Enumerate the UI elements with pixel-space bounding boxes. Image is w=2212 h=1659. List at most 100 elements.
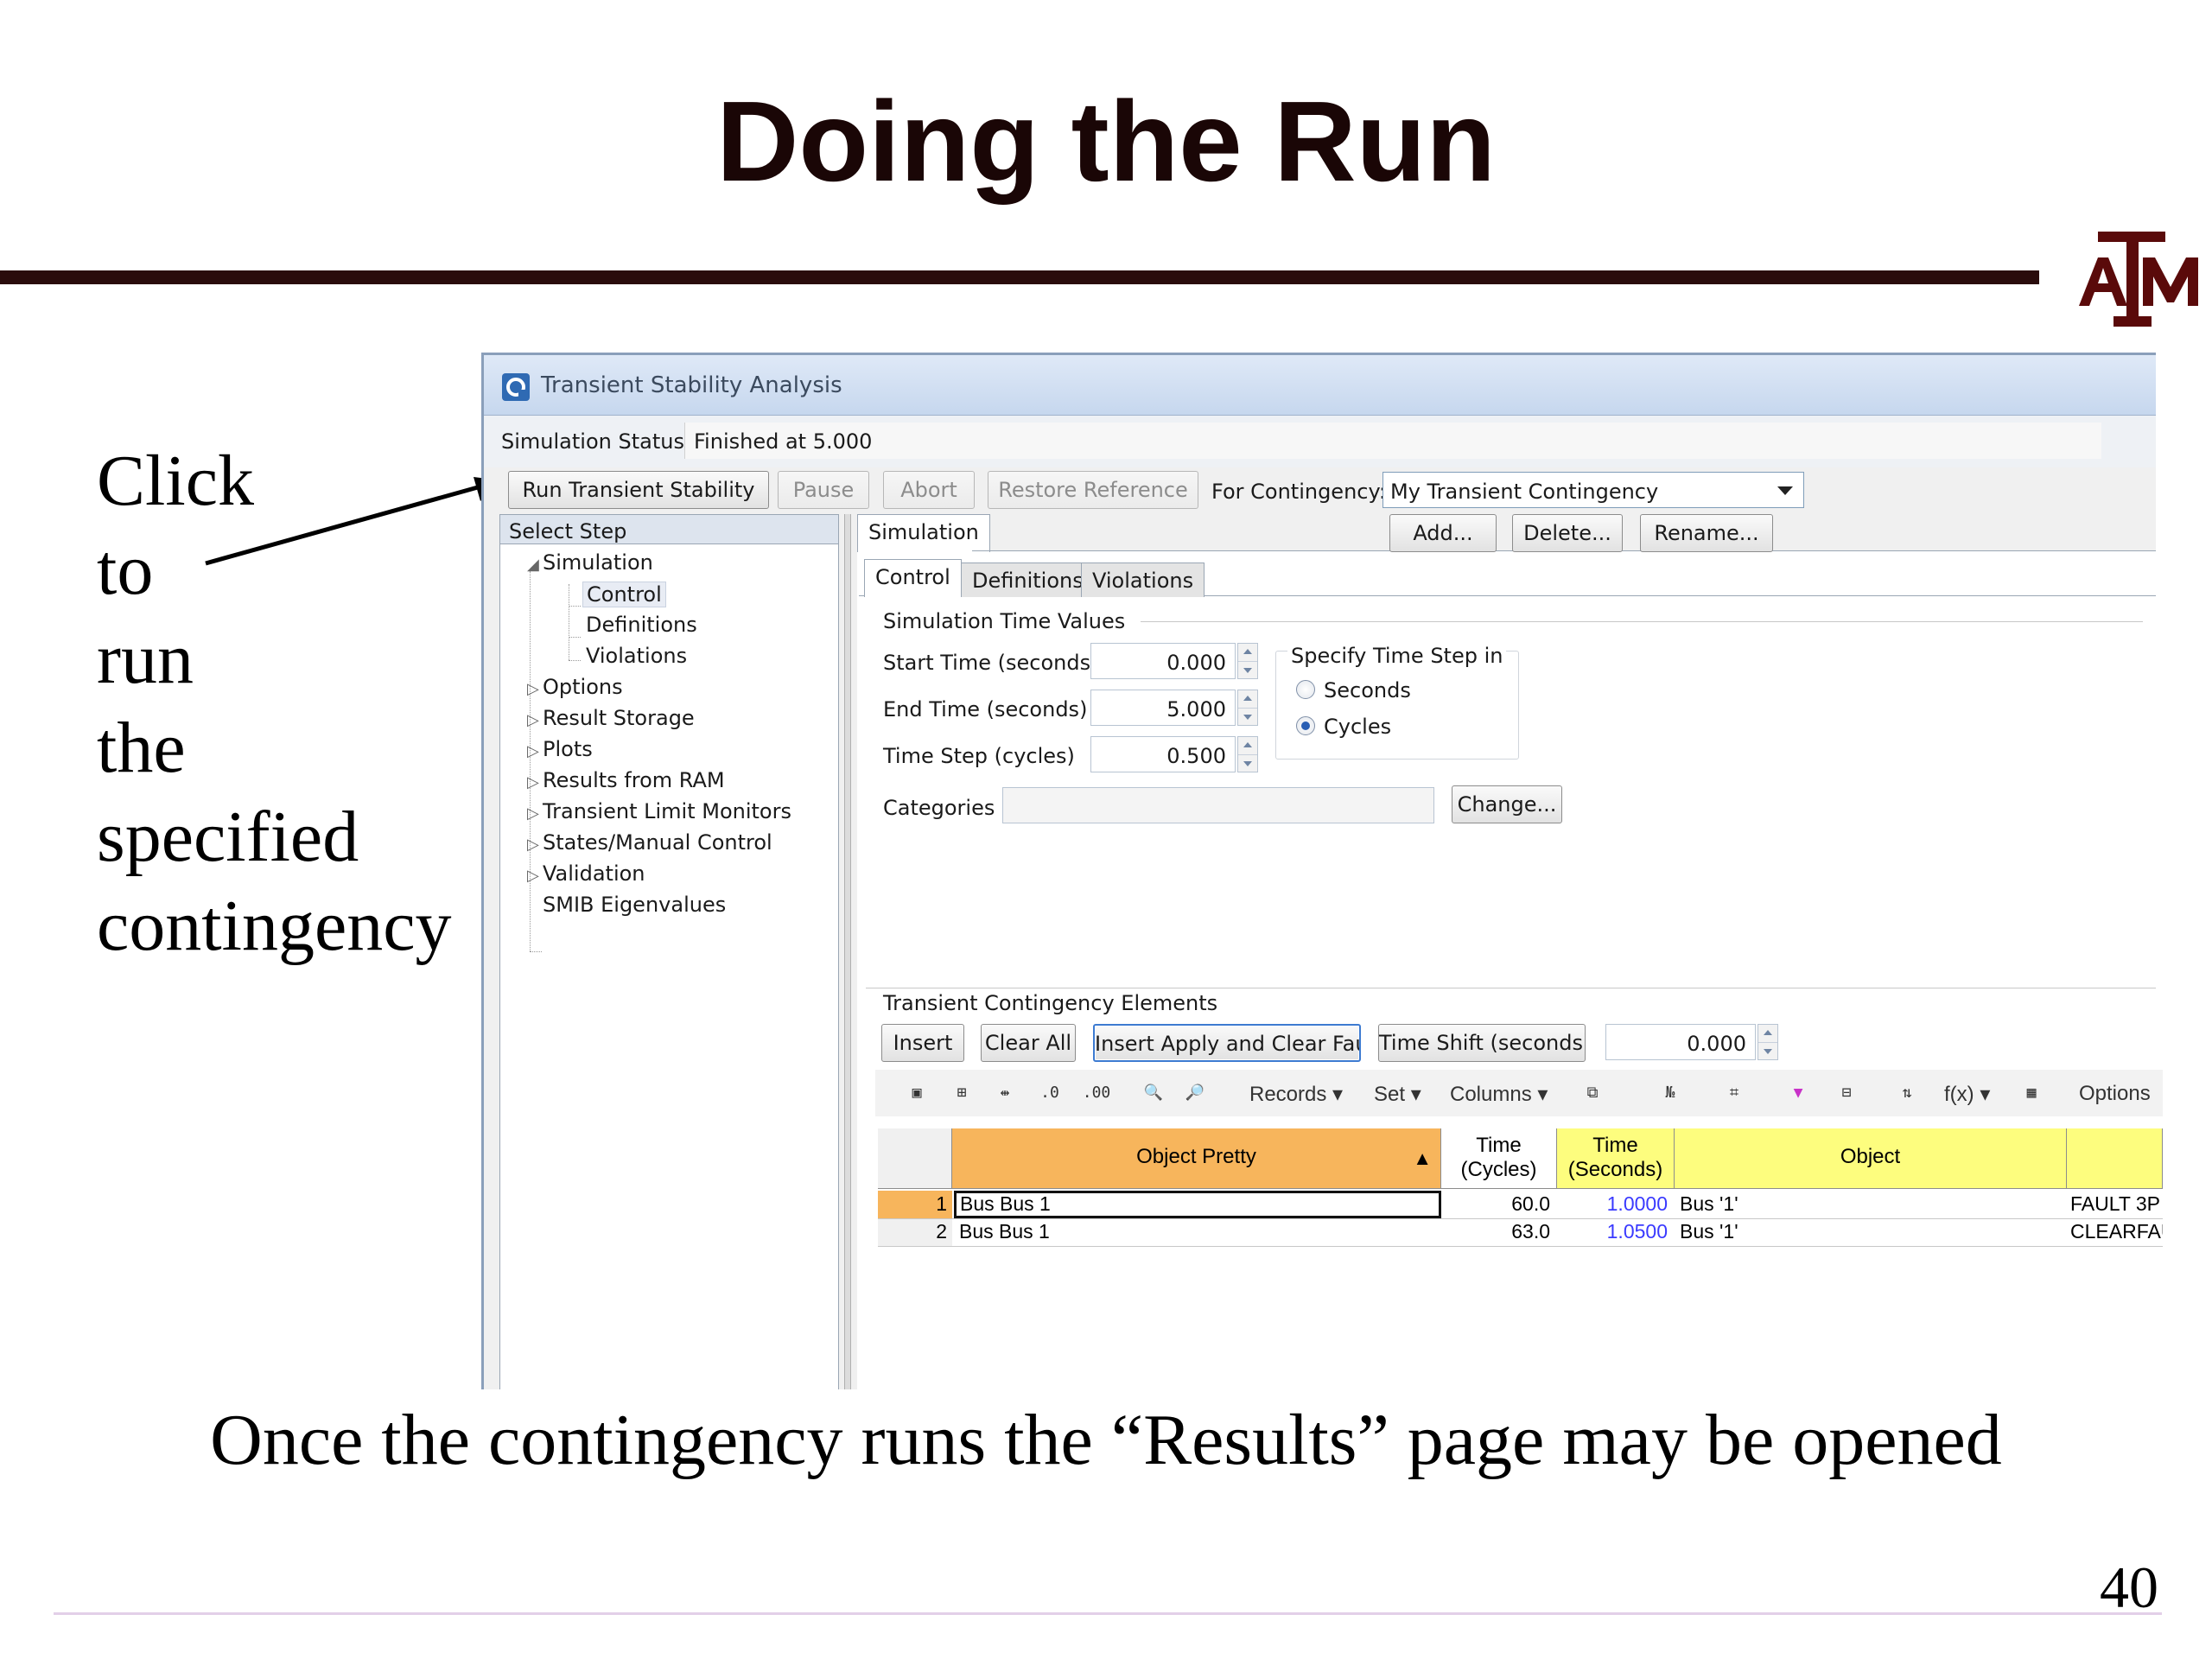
cell-object-pretty[interactable]: Bus Bus 1 — [956, 1218, 1441, 1246]
row-number[interactable]: 2 — [878, 1218, 952, 1246]
expand-icon[interactable]: ▷ — [527, 836, 543, 854]
end-time-label: End Time (seconds) — [883, 697, 1088, 721]
sort-icon[interactable]: ⇅ — [1892, 1080, 1922, 1106]
filter-icon[interactable]: ▼ — [1783, 1080, 1813, 1106]
expand-icon[interactable]: ▷ — [527, 680, 543, 698]
find-advanced-icon[interactable]: 🔎 — [1180, 1080, 1210, 1106]
expand-icon[interactable]: ▷ — [527, 867, 543, 885]
cycles-radio[interactable] — [1296, 716, 1315, 735]
tab-definitions[interactable]: Definitions — [961, 563, 1095, 597]
panel-splitter[interactable] — [844, 514, 851, 1389]
auto-size-icon[interactable]: ▣ — [902, 1080, 931, 1106]
cell-time-seconds[interactable]: 1.0500 — [1557, 1218, 1675, 1246]
tree-guide — [569, 660, 581, 661]
increase-decimals-icon[interactable]: .0 — [1035, 1080, 1065, 1106]
tree-item-label: States/Manual Control — [543, 830, 772, 855]
set-menu-label: Set — [1374, 1083, 1406, 1106]
column-header-object[interactable]: Object — [1675, 1128, 2067, 1189]
column-header-time-seconds[interactable]: Time (Seconds) — [1557, 1128, 1675, 1189]
categories-field[interactable] — [1002, 787, 1434, 823]
collapse-icon[interactable]: ◢ — [527, 556, 543, 574]
click-instruction: Click to run the specified contingency — [97, 436, 452, 970]
options-menu[interactable]: Options — [2079, 1082, 2151, 1106]
time-shift-stepper[interactable] — [1758, 1024, 1778, 1060]
time-shift-input[interactable]: 0.000 — [1605, 1024, 1756, 1060]
tree-item-simulation[interactable]: ◢ Simulation — [527, 550, 653, 575]
grid-row-divider — [878, 1246, 2163, 1247]
restore-reference-button[interactable]: Restore Reference — [988, 471, 1198, 509]
tree-item-plots[interactable]: ▷ Plots — [527, 737, 593, 761]
cell-time-seconds[interactable]: 1.0000 — [1557, 1191, 1675, 1218]
rename-contingency-button[interactable]: Rename... — [1640, 514, 1773, 552]
elements-label: Transient Contingency Elements — [883, 991, 1218, 1015]
seconds-radio[interactable] — [1296, 680, 1315, 699]
insert-button[interactable]: Insert — [881, 1024, 964, 1062]
tree-item-result-storage[interactable]: ▷ Result Storage — [527, 706, 695, 730]
contingency-select-value: My Transient Contingency — [1390, 480, 1659, 504]
tree-item-smib[interactable]: SMIB Eigenvalues — [543, 893, 726, 917]
tree-item-control[interactable]: Control — [582, 582, 666, 607]
auto-number-icon[interactable]: № — [1656, 1080, 1685, 1106]
tree-item-options[interactable]: ▷ Options — [527, 675, 623, 699]
instruction-line: to — [97, 530, 154, 610]
column-header-object-pretty[interactable]: Object Pretty ▲ — [952, 1128, 1441, 1189]
add-contingency-button[interactable]: Add... — [1389, 514, 1497, 552]
expand-icon[interactable]: ▷ — [527, 711, 543, 729]
time-shift-button[interactable]: Time Shift (seconds) — [1378, 1024, 1586, 1062]
status-label: Simulation Status — [501, 429, 684, 454]
end-time-stepper[interactable] — [1237, 690, 1258, 726]
set-menu[interactable]: Set ▾ — [1374, 1082, 1421, 1107]
tree-item-validation[interactable]: ▷ Validation — [527, 861, 645, 886]
pivot-icon[interactable]: ⊟ — [1832, 1080, 1861, 1106]
cell-action[interactable]: CLEARFAULT — [2070, 1218, 2163, 1246]
insert-apply-clear-fault-button[interactable]: Insert Apply and Clear Fault — [1093, 1024, 1361, 1062]
clear-all-button[interactable]: Clear All — [981, 1024, 1076, 1062]
column-header-action[interactable] — [2067, 1128, 2163, 1189]
start-time-stepper[interactable] — [1237, 643, 1258, 679]
auto-insert-icon[interactable]: ⌗ — [1719, 1080, 1749, 1106]
cell-time-cycles[interactable]: 63.0 — [1441, 1218, 1557, 1246]
cell-object-pretty[interactable]: Bus Bus 1 — [954, 1191, 1441, 1218]
abort-button[interactable]: Abort — [883, 471, 975, 509]
start-time-input[interactable]: 0.000 — [1090, 643, 1236, 679]
tab-violations[interactable]: Violations — [1081, 563, 1205, 597]
tab-simulation[interactable]: Simulation — [857, 514, 990, 552]
tree-item-definitions[interactable]: Definitions — [586, 613, 697, 637]
time-step-input[interactable]: 0.500 — [1090, 736, 1236, 772]
find-icon[interactable]: 🔍 — [1139, 1080, 1168, 1106]
export-icon[interactable]: ⧉ — [1578, 1080, 1607, 1106]
expand-icon[interactable]: ▷ — [527, 804, 543, 823]
decrease-decimals-icon[interactable]: .00 — [1082, 1080, 1111, 1106]
tree-item-violations[interactable]: Violations — [586, 644, 687, 668]
column-width-icon[interactable]: ⇹ — [990, 1080, 1020, 1106]
pause-button[interactable]: Pause — [778, 471, 869, 509]
cell-object[interactable]: Bus '1' — [1680, 1191, 2060, 1218]
records-menu[interactable]: Records ▾ — [1249, 1082, 1343, 1107]
run-transient-stability-button[interactable]: Run Transient Stability — [508, 471, 769, 509]
end-time-input[interactable]: 5.000 — [1090, 690, 1236, 726]
fx-menu[interactable]: f(x) ▾ — [1944, 1082, 1990, 1107]
categories-label: Categories — [883, 796, 995, 820]
row-number[interactable]: 1 — [878, 1191, 952, 1218]
tree-item-label: Transient Limit Monitors — [543, 799, 791, 823]
contingency-select[interactable]: My Transient Contingency — [1382, 472, 1804, 508]
time-step-stepper[interactable] — [1237, 736, 1258, 772]
cell-action[interactable]: FAULT 3P — [2070, 1191, 2163, 1218]
start-time-label: Start Time (seconds) — [883, 651, 1099, 675]
change-categories-button[interactable]: Change... — [1452, 785, 1562, 823]
table-icon[interactable]: ▦ — [2017, 1080, 2046, 1106]
delete-contingency-button[interactable]: Delete... — [1512, 514, 1623, 552]
options-grid-icon[interactable]: ⊞ — [947, 1080, 976, 1106]
cell-time-cycles[interactable]: 60.0 — [1441, 1191, 1557, 1218]
columns-menu[interactable]: Columns ▾ — [1450, 1082, 1548, 1107]
tab-control[interactable]: Control — [864, 559, 962, 597]
tree-item-limit-monitors[interactable]: ▷ Transient Limit Monitors — [527, 799, 791, 823]
expand-icon[interactable]: ▷ — [527, 742, 543, 760]
cell-object[interactable]: Bus '1' — [1680, 1218, 2060, 1246]
tree-item-results-ram[interactable]: ▷ Results from RAM — [527, 768, 725, 792]
column-header-time-cycles[interactable]: Time (Cycles) — [1441, 1128, 1557, 1189]
section-divider — [1141, 621, 2143, 622]
tree-item-states-manual[interactable]: ▷ States/Manual Control — [527, 830, 772, 855]
window-titlebar[interactable]: Transient Stability Analysis — [484, 355, 2156, 416]
expand-icon[interactable]: ▷ — [527, 773, 543, 791]
